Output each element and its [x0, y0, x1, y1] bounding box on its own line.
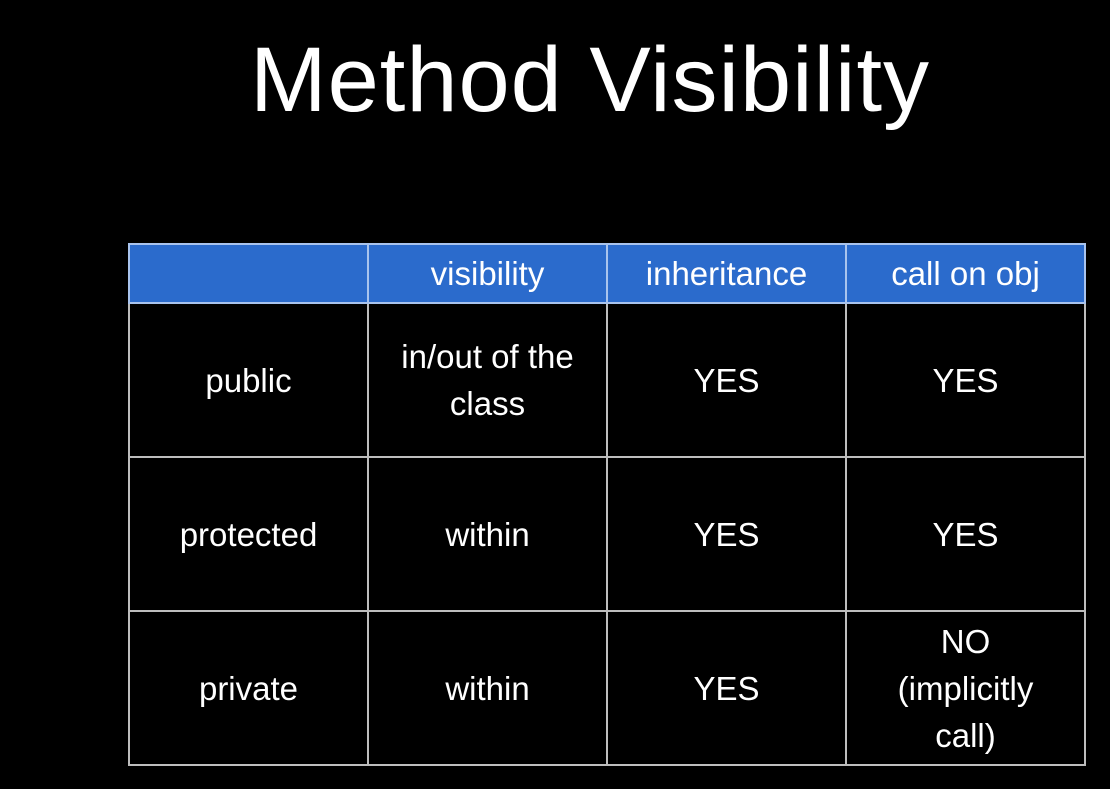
cell-call-on-obj: NO (implicitly call): [845, 610, 1086, 766]
cell-call-on-obj-text: NO (implicitly call): [897, 622, 1034, 754]
slide-title: Method Visibility: [249, 29, 931, 131]
header-inheritance: inheritance: [606, 243, 847, 304]
cell-inheritance: YES: [606, 456, 847, 612]
cell-modifier: protected: [128, 456, 369, 612]
cell-visibility: in/out of the class: [367, 302, 608, 458]
table-row: private within YES NO (implicitly call): [128, 610, 1086, 766]
cell-inheritance: YES: [606, 610, 847, 766]
cell-call-on-obj: YES: [845, 456, 1086, 612]
cell-visibility-text: in/out of the class: [401, 338, 574, 422]
header-call-on-obj: call on obj: [845, 243, 1086, 304]
cell-visibility: within: [367, 610, 608, 766]
cell-modifier: private: [128, 610, 369, 766]
header-empty: [128, 243, 369, 304]
cell-inheritance: YES: [606, 302, 847, 458]
header-visibility: visibility: [367, 243, 608, 304]
table-row: public in/out of the class YES YES: [128, 302, 1086, 458]
cell-call-on-obj: YES: [845, 302, 1086, 458]
cell-visibility: within: [367, 456, 608, 612]
table-row: protected within YES YES: [128, 456, 1086, 612]
cell-modifier: public: [128, 302, 369, 458]
visibility-table: visibility inheritance call on obj publi…: [128, 243, 1086, 766]
table-header-row: visibility inheritance call on obj: [128, 243, 1086, 304]
